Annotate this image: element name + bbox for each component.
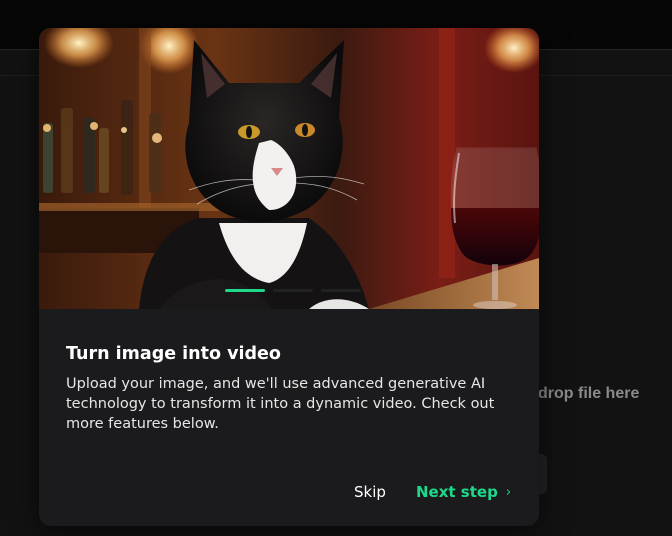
onboarding-modal: Turn image into video Upload your image,…	[39, 28, 539, 526]
progress-step-1	[225, 289, 265, 292]
hero-image	[39, 28, 539, 309]
next-step-label: Next step	[416, 483, 498, 501]
drop-file-text: drop file here	[538, 385, 640, 402]
skip-button[interactable]: Skip	[354, 483, 386, 501]
progress-step-3	[321, 289, 361, 292]
progress-step-2	[273, 289, 313, 292]
next-step-button[interactable]: Next step ›	[416, 483, 511, 501]
modal-title: Turn image into video	[66, 344, 281, 364]
modal-description: Upload your image, and we'll use advance…	[66, 376, 495, 432]
step-progress	[225, 289, 361, 292]
chevron-right-icon: ›	[505, 484, 512, 500]
